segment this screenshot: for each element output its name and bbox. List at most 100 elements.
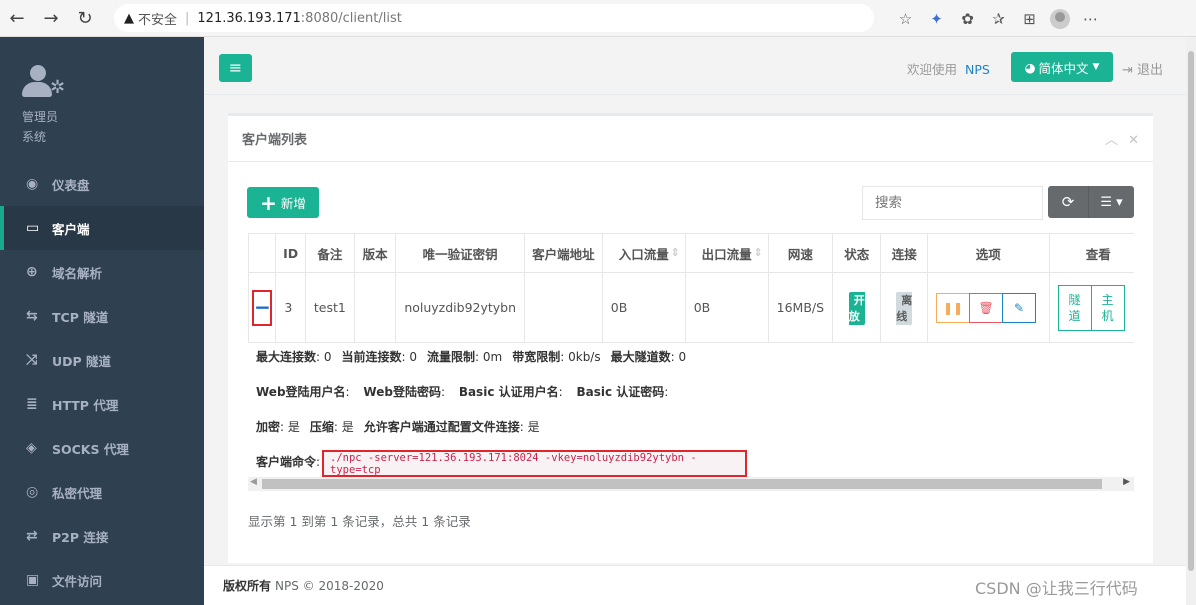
edit-button[interactable]: ✎ [1002,292,1037,323]
sidebar-item-9[interactable]: ▣ 文件访问 [0,558,204,602]
view-host-button[interactable]: 主机 [1090,284,1125,331]
sidebar-item-7[interactable]: ◎ 私密代理 [0,470,204,514]
cell-address [524,272,603,343]
scroll-right-icon[interactable]: ▶ [1123,477,1130,487]
top-navbar: ≡ 欢迎使用 NPS ◕ 简体中文 ▼ ⇥ 退出 [204,37,1186,95]
sidebar-item-5[interactable]: ≣ HTTP 代理 [0,382,204,426]
forward-icon[interactable]: → [34,0,68,37]
column-header: 状态 [832,233,882,273]
horizontal-scrollbar[interactable]: ◀ ▶ [248,477,1134,491]
add-client-button[interactable]: + 新增 [247,187,319,218]
delete-button[interactable]: 🗑 [969,292,1004,323]
scroll-left-icon[interactable]: ◀ [250,477,257,487]
collections-icon[interactable]: ⊞ [1014,10,1045,28]
sidebar-item-1[interactable]: ▭ 客户端 [0,206,204,250]
copyright-text: NPS © 2018-2020 [275,578,384,593]
search-input[interactable] [862,186,1043,220]
brand-link[interactable]: NPS [965,62,990,77]
column-header: 唯一验证密钥 [395,233,526,273]
refresh-button[interactable]: ⟳ [1048,186,1088,218]
sidebar-item-0[interactable]: ◉ 仪表盘 [0,162,204,206]
list-icon: ☰ ▾ [1100,194,1123,210]
sidebar-nav: ◉ 仪表盘 ▭ 客户端 ⊕ 域名解析 ⇆ TCP 隧道 ⤨ UDP 隧道 ≣ HTTP 代理 ◈ SOCK… [0,162,204,602]
user-profile: ✲ 管理员 系统 [0,37,204,162]
sidebar-item-2[interactable]: ⊕ 域名解析 [0,250,204,294]
caret-down-icon: ▼ [1092,62,1100,72]
eye-slash-icon: ◎ [26,484,39,500]
cell-speed: 16MB/S [767,272,834,343]
sidebar-item-label: P2P 连接 [52,529,109,545]
welcome-text: 欢迎使用 NPS [907,62,990,77]
sidebar-item-label: 私密代理 [52,485,103,501]
favorites-icon[interactable]: ✰ [983,10,1014,28]
pause-button[interactable]: ❚❚ [936,292,971,323]
plus-icon: + [260,190,277,215]
cell-in-flow: 0B [601,272,686,343]
collapse-icon[interactable]: ︿ [1105,133,1118,148]
scroll-thumb[interactable] [262,479,1102,489]
reload-icon[interactable]: ↻ [68,0,102,37]
browser-extensions: ☆ ✦ ✿ ✰ ⊞ ⋯ [890,0,1106,37]
arrows-icon: ⇄ [26,528,38,544]
pagination-info: 显示第 1 到第 1 条记录，总共 1 条记录 [248,514,471,529]
detail-field: 当前连接数: 0 [341,350,418,364]
detail-field: 带宽限制: 0kb/s [512,350,601,364]
sidebar-item-label: 文件访问 [52,573,103,589]
layers-icon: ◈ [26,440,37,456]
puzzle-icon[interactable]: ✿ [952,10,983,28]
server-icon: ≣ [26,396,38,412]
back-icon[interactable]: ← [0,0,34,37]
page-scrollbar[interactable] [1186,37,1196,605]
column-header: 连接 [880,233,929,273]
user-sub: 系统 [22,130,47,144]
sidebar-item-label: HTTP 代理 [52,397,119,413]
pause-icon: ❚❚ [943,300,964,315]
shuffle-icon: ⤨ [26,352,38,368]
detail-options: 加密: 是压缩: 是允许客户端通过配置文件连接: 是 [256,418,550,435]
collapse-row-button[interactable]: − [252,289,273,326]
profile-avatar-icon[interactable] [1050,8,1070,29]
sidebar-item-label: 仪表盘 [52,177,90,193]
watermark-text: CSDN @让我三行代码 [975,579,1138,598]
sidebar-item-3[interactable]: ⇆ TCP 隧道 [0,294,204,338]
column-header: 版本 [353,233,397,273]
sidebar-item-label: SOCKS 代理 [52,441,129,457]
page-scroll-thumb[interactable] [1188,51,1194,571]
security-label: 不安全 [138,12,178,28]
column-header: 备注 [304,233,355,273]
columns-toggle-button[interactable]: ☰ ▾ [1088,186,1134,218]
logout-link[interactable]: ⇥ 退出 [1122,59,1163,78]
close-icon[interactable]: ✕ [1128,133,1139,148]
globe-icon: ◕ [1024,59,1036,75]
column-header[interactable]: 入口流量 [601,233,686,273]
cell-out-flow: 0B [684,272,769,343]
status-badge: 开放 [848,291,865,325]
detail-field: 流量限制: 0m [427,350,503,364]
refresh-icon: ⟳ [1061,193,1075,211]
detail-limits: 最大连接数: 0 当前连接数: 0 流量限制: 0m 带宽限制: 0kb/s 最大隧道数… [256,348,696,365]
address-bar[interactable]: ▲ 不安全 | 121.36.193.171:8080/client/list [114,4,874,32]
dashboard-icon: ◉ [26,176,39,192]
extension-icon[interactable]: ✦ [921,10,952,28]
browser-toolbar: ← → ↻ ▲ 不安全 | 121.36.193.171:8080/client… [0,0,1196,37]
sidebar-item-6[interactable]: ◈ SOCKS 代理 [0,426,204,470]
client-table: ID备注版本唯一验证密钥客户端地址入口流量出口流量网速状态连接选项查看 − 3 … [248,233,1134,343]
client-command-box[interactable]: ./npc -server=121.36.193.171:8024 -vkey=… [322,450,747,477]
detail-field: Basic 认证用户名: [458,385,567,399]
favorite-star-icon[interactable]: ☆ [890,10,921,28]
detail-field: Web登陆用户名: [256,385,354,399]
cell-remark: test1 [304,272,355,343]
menu-toggle-button[interactable]: ≡ [219,54,252,82]
panel-title: 客户端列表 [242,133,308,148]
view-tunnel-button[interactable]: 隧道 [1057,284,1092,331]
sidebar-item-8[interactable]: ⇄ P2P 连接 [0,514,204,558]
table-header-row: ID备注版本唯一验证密钥客户端地址入口流量出口流量网速状态连接选项查看 [248,233,1134,273]
language-button[interactable]: ◕ 简体中文 ▼ [1011,52,1113,82]
edit-icon: ✎ [1014,300,1025,315]
column-header: 网速 [767,233,834,273]
sidebar-item-4[interactable]: ⤨ UDP 隧道 [0,338,204,382]
column-header[interactable]: 出口流量 [684,233,769,273]
more-icon[interactable]: ⋯ [1075,10,1106,28]
sign-out-icon: ⇥ [1122,63,1133,78]
panel-header: 客户端列表 ︿ ✕ [228,116,1153,162]
